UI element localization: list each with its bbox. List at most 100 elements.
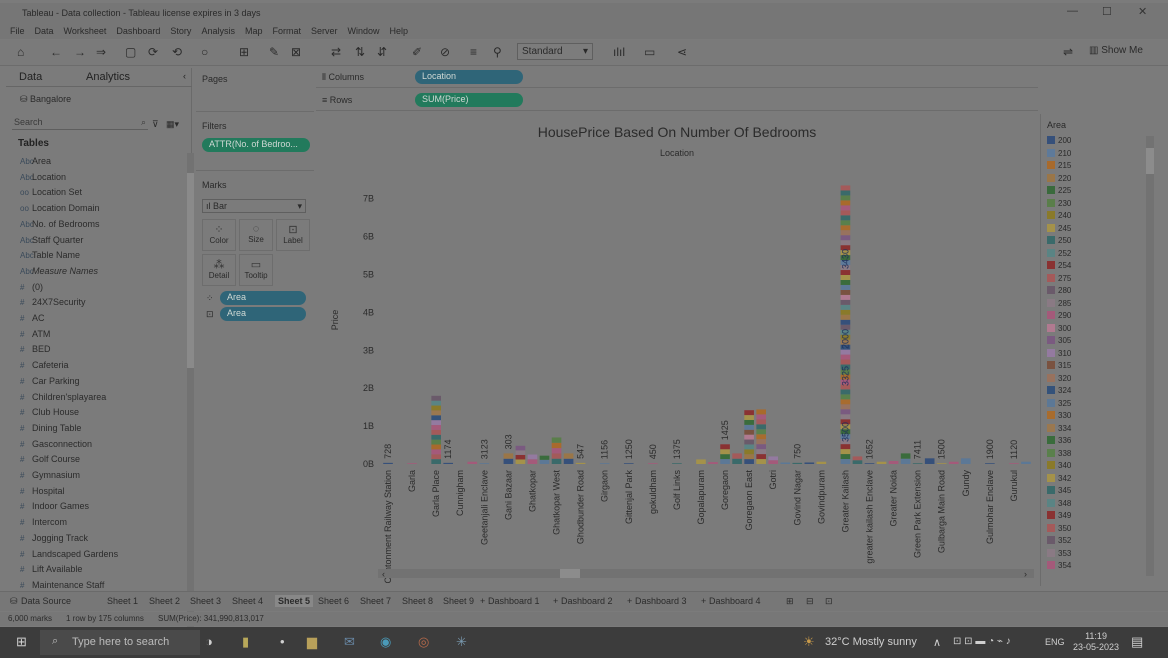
bar-segment[interactable] — [744, 444, 754, 450]
legend-item[interactable]: 275 — [1047, 273, 1071, 283]
search-input[interactable]: Search ⌕ — [12, 117, 148, 130]
legend-item[interactable]: 348 — [1047, 498, 1071, 508]
location-column-pill[interactable]: Location — [415, 70, 523, 84]
new-datasource-icon[interactable]: ⟳ — [148, 45, 158, 59]
bar-segment[interactable] — [864, 463, 875, 464]
bar-segment[interactable] — [840, 190, 851, 196]
bar-data-label[interactable]: 1425 — [720, 420, 730, 440]
tab-sheet-3[interactable]: Sheet 3 — [190, 596, 221, 606]
maximize-icon[interactable]: ☐ — [1102, 5, 1112, 18]
field-item[interactable]: oo Location Set — [20, 187, 82, 197]
bar-segment[interactable] — [563, 458, 574, 464]
legend-item[interactable]: 245 — [1047, 223, 1071, 233]
field-item[interactable]: # AC — [20, 313, 45, 323]
chart-area[interactable]: HousePrice Based On Number Of Bedrooms L… — [316, 114, 1038, 586]
bar-segment[interactable] — [852, 456, 863, 461]
legend-scrollbar[interactable] — [1146, 136, 1154, 576]
bar-segment[interactable] — [888, 460, 899, 464]
bar-segment[interactable] — [876, 461, 887, 464]
bar-data-label[interactable]: 1250 — [624, 439, 634, 459]
bar-segment[interactable] — [900, 458, 911, 464]
detail-button[interactable]: ⁂ Detail — [202, 254, 236, 286]
bar-segment[interactable] — [840, 404, 851, 410]
bar-segment[interactable] — [840, 215, 851, 221]
legend-item[interactable]: 310 — [1047, 348, 1071, 358]
bar-segment[interactable] — [744, 449, 754, 455]
bar-segment[interactable] — [804, 462, 815, 464]
swap-icon[interactable]: ⇄ — [331, 45, 341, 59]
legend-item[interactable]: 345 — [1047, 486, 1071, 495]
tab-sheet-6[interactable]: Sheet 6 — [318, 596, 349, 606]
bar-data-label[interactable]: 1120 — [1009, 440, 1019, 459]
data-pane-scrollbar[interactable] — [187, 153, 194, 653]
new-sheet-icon[interactable]: ⊞ — [239, 45, 249, 59]
bar-segment[interactable] — [744, 424, 754, 430]
bar-segment[interactable] — [768, 460, 779, 464]
legend-item[interactable]: 340 — [1047, 461, 1071, 470]
bar-data-label[interactable]: 450 — [648, 444, 658, 459]
legend-item[interactable]: 215 — [1047, 161, 1071, 170]
field-item[interactable]: # Lift Available — [20, 564, 82, 574]
bar-segment[interactable] — [431, 400, 441, 406]
bar-segment[interactable] — [756, 449, 766, 455]
bar-segment[interactable] — [840, 414, 851, 420]
tab-sheet-2[interactable]: Sheet 2 — [149, 596, 180, 606]
bar-segment[interactable] — [551, 458, 562, 464]
tray-icons[interactable]: ⊡ ⊡ ▬ ◔ ⌁ ♪ — [953, 636, 1011, 647]
menu-format[interactable]: Format — [272, 26, 301, 36]
bar-segment[interactable] — [648, 463, 658, 464]
menu-window[interactable]: Window — [348, 26, 380, 36]
bar-segment[interactable] — [431, 395, 441, 401]
bar-segment[interactable] — [503, 458, 514, 464]
menu-map[interactable]: Map — [245, 26, 263, 36]
legend-item[interactable]: 349 — [1047, 511, 1071, 520]
legend-item[interactable]: 324 — [1047, 386, 1071, 395]
bar-segment[interactable] — [515, 445, 526, 451]
field-item[interactable]: # Dining Table — [20, 423, 81, 433]
legend-item[interactable]: 354 — [1047, 561, 1071, 570]
legend-item[interactable]: 280 — [1047, 286, 1071, 295]
bar-segment[interactable] — [852, 460, 863, 464]
legend-item[interactable]: 200 — [1047, 136, 1071, 145]
bar-segment[interactable] — [840, 185, 851, 191]
legend-item[interactable]: 315 — [1047, 361, 1071, 370]
windows-start-icon[interactable]: ⊞ — [16, 634, 27, 650]
home-icon[interactable]: ⌂ — [17, 45, 24, 59]
new-story-icon[interactable]: ⊡ — [825, 596, 833, 607]
labels-icon[interactable]: ≡ — [470, 45, 477, 59]
menu-file[interactable]: File — [10, 26, 25, 36]
bar-segment[interactable] — [551, 437, 562, 443]
bar-data-label[interactable]: 1375 — [672, 439, 682, 459]
bar-segment[interactable] — [575, 462, 586, 464]
bar-segment[interactable] — [503, 453, 514, 459]
legend-item[interactable]: 250 — [1047, 236, 1071, 245]
menu-dashboard[interactable]: Dashboard — [116, 26, 160, 36]
price-row-pill[interactable]: SUM(Price) — [415, 93, 523, 107]
bar-segment[interactable] — [840, 220, 851, 226]
filters-shelf[interactable]: Filters ATTR(No. of Bedroo... — [196, 115, 314, 171]
bar-segment[interactable] — [840, 240, 851, 246]
bar-data-label[interactable]: 2000 — [840, 329, 850, 349]
tooltip-icon[interactable]: ▭ — [644, 45, 655, 59]
field-item[interactable]: AbcStaff Quarter — [20, 235, 83, 245]
field-item[interactable]: AbcNo. of Bedrooms — [20, 219, 100, 229]
bar-segment[interactable] — [383, 462, 393, 464]
bar-segment[interactable] — [840, 275, 851, 280]
minimize-icon[interactable]: — — [1067, 5, 1078, 17]
legend-item[interactable]: 220 — [1047, 173, 1071, 183]
chrome-icon[interactable]: ◎ — [418, 634, 429, 650]
legend-item[interactable]: 342 — [1047, 473, 1071, 483]
bar-segment[interactable] — [696, 459, 706, 464]
bar-segment[interactable] — [407, 463, 417, 464]
bar-segment[interactable] — [840, 459, 851, 464]
bar-segment[interactable] — [467, 461, 478, 464]
bar-segment[interactable] — [744, 410, 754, 416]
bar-data-label[interactable]: 750 — [792, 444, 802, 459]
menu-server[interactable]: Server — [311, 26, 338, 36]
legend-item[interactable]: 305 — [1047, 336, 1071, 345]
legend-item[interactable]: 225 — [1047, 186, 1071, 195]
field-item[interactable]: # Maintenance Staff — [20, 580, 104, 590]
bar-data-label[interactable]: 303 — [503, 434, 513, 449]
bar-segment[interactable] — [539, 459, 550, 464]
bar-segment[interactable] — [900, 453, 911, 459]
